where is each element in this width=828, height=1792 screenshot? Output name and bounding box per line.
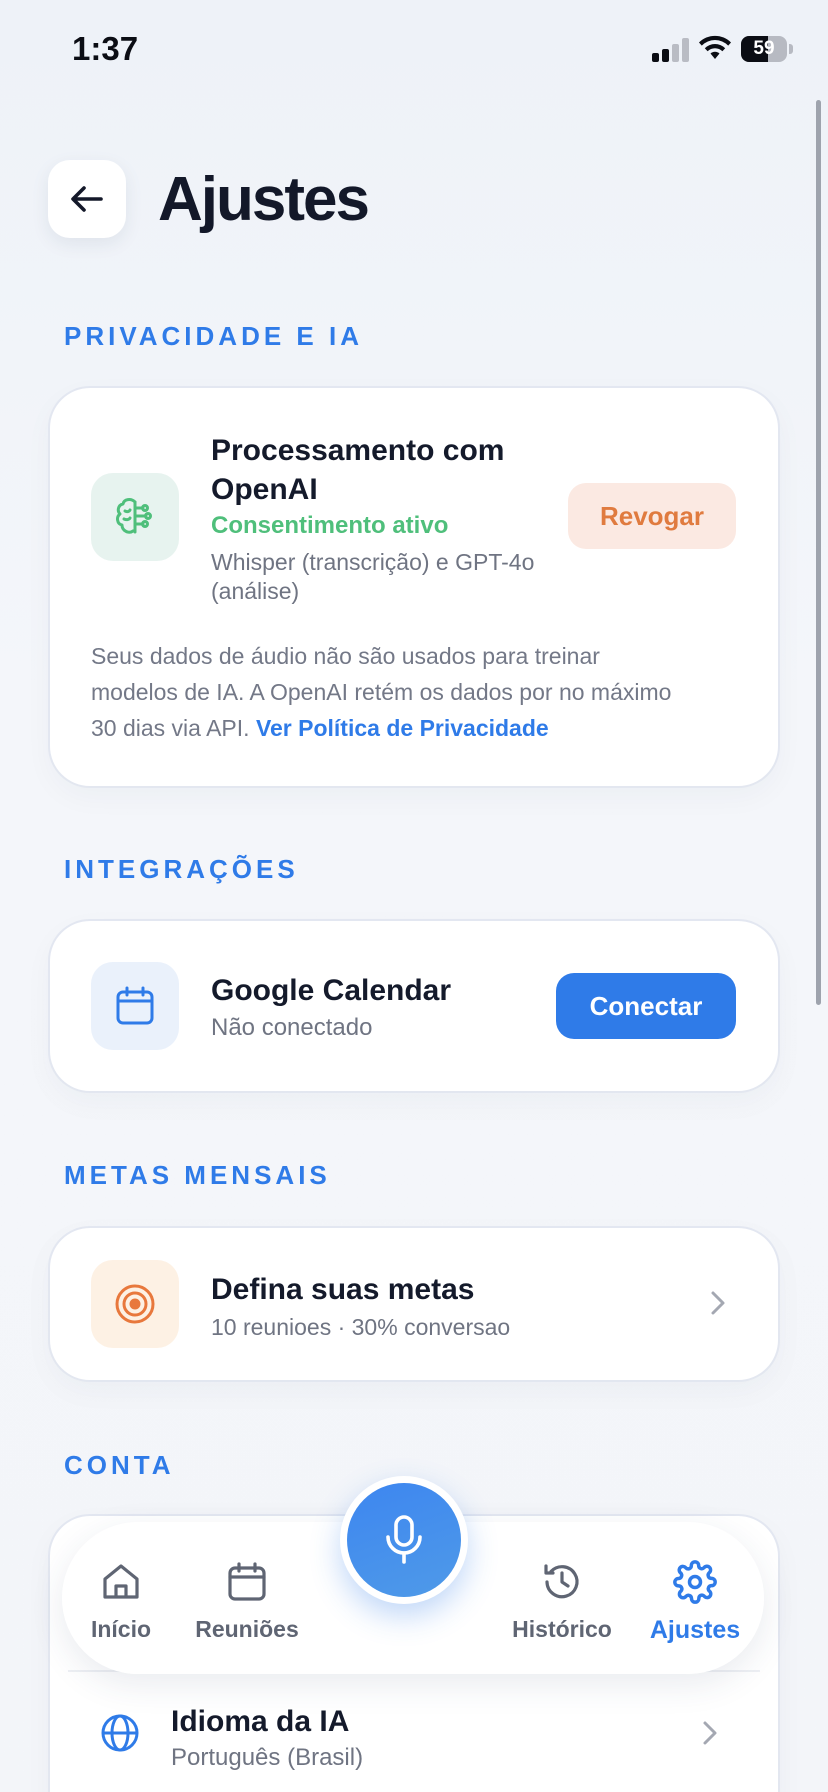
microphone-icon (386, 1515, 422, 1564)
openai-title-line2: OpenAI (211, 473, 318, 506)
openai-processing-card: Processamento com OpenAI Consentimento a… (50, 388, 778, 786)
nav-label-inicio: Início (90, 1616, 152, 1642)
language-title: Idioma da IA (171, 1705, 350, 1738)
target-icon-tile (91, 1260, 179, 1348)
goals-title: Defina suas metas (211, 1273, 475, 1306)
calendar-icon-tile (91, 962, 179, 1050)
consent-status: Consentimento ativo (211, 512, 449, 539)
battery-icon: 59 (741, 36, 787, 62)
privacy-policy-link[interactable]: Ver Política de Privacidade (256, 715, 549, 741)
nav-item-reunioes[interactable]: Reuniões (182, 1522, 312, 1674)
nav-label-ajustes: Ajustes (649, 1616, 741, 1644)
page-title: Ajustes (158, 165, 370, 234)
status-time: 1:37 (72, 30, 139, 67)
models-line1: Whisper (transcrição) e GPT-4o (211, 549, 535, 575)
privacy-notice-line3: 30 dias via API. (91, 715, 250, 741)
calendar-icon (228, 1562, 266, 1601)
google-calendar-status: Não conectado (211, 1014, 373, 1041)
privacy-notice-line1: Seus dados de áudio não são usados para … (91, 643, 600, 669)
brain-icon (116, 498, 152, 534)
home-icon (103, 1564, 139, 1599)
goals-subtitle: 10 reunioes · 30% conversao (211, 1314, 511, 1340)
language-row[interactable]: Idioma da IA Português (Brasil) (50, 1676, 778, 1792)
brain-icon-tile (91, 473, 179, 561)
google-calendar-title: Google Calendar (211, 974, 452, 1007)
section-label-account: CONTA (64, 1450, 175, 1480)
battery-percent: 59 (753, 38, 775, 59)
globe-icon (101, 1714, 139, 1752)
models-line2: (análise) (211, 578, 300, 604)
battery-nub (789, 44, 793, 54)
scrollbar[interactable] (816, 100, 821, 1005)
nav-label-historico: Histórico (512, 1616, 612, 1642)
chevron-right-icon (711, 1291, 725, 1315)
cellular-signal-icon (652, 38, 690, 62)
privacy-notice-line3-wrap: 30 dias via API. Ver Política de Privaci… (91, 710, 671, 746)
chevron-right-icon (703, 1721, 717, 1745)
history-icon (544, 1564, 579, 1599)
nav-item-historico[interactable]: Histórico (502, 1522, 622, 1674)
section-label-integrations: INTEGRAÇÕES (64, 854, 299, 884)
connect-button[interactable]: Conectar (556, 973, 736, 1039)
privacy-notice: Seus dados de áudio não são usados para … (91, 638, 671, 746)
status-bar: 1:37 59 (0, 0, 828, 100)
google-calendar-card: Google Calendar Não conectado Conectar (50, 921, 778, 1091)
target-icon (115, 1284, 155, 1324)
section-label-goals: METAS MENSAIS (64, 1160, 331, 1190)
back-button[interactable] (48, 160, 126, 238)
monthly-goals-card[interactable]: Defina suas metas 10 reunioes · 30% conv… (50, 1228, 778, 1380)
nav-item-inicio[interactable]: Início (68, 1522, 174, 1674)
arrow-left-icon (71, 186, 103, 212)
nav-item-ajustes[interactable]: Ajustes (640, 1522, 750, 1674)
language-value: Português (Brasil) (171, 1744, 364, 1771)
nav-label-reunioes: Reuniões (195, 1616, 299, 1642)
privacy-notice-line2: modelos de IA. A OpenAI retém os dados p… (91, 679, 672, 705)
wifi-icon (699, 35, 731, 59)
gear-icon (673, 1560, 717, 1604)
openai-title-line1: Processamento com (211, 434, 505, 467)
calendar-icon (116, 986, 154, 1025)
record-button[interactable] (340, 1476, 468, 1604)
revoke-button[interactable]: Revogar (568, 483, 736, 549)
section-label-privacy: PRIVACIDADE E IA (64, 321, 363, 351)
